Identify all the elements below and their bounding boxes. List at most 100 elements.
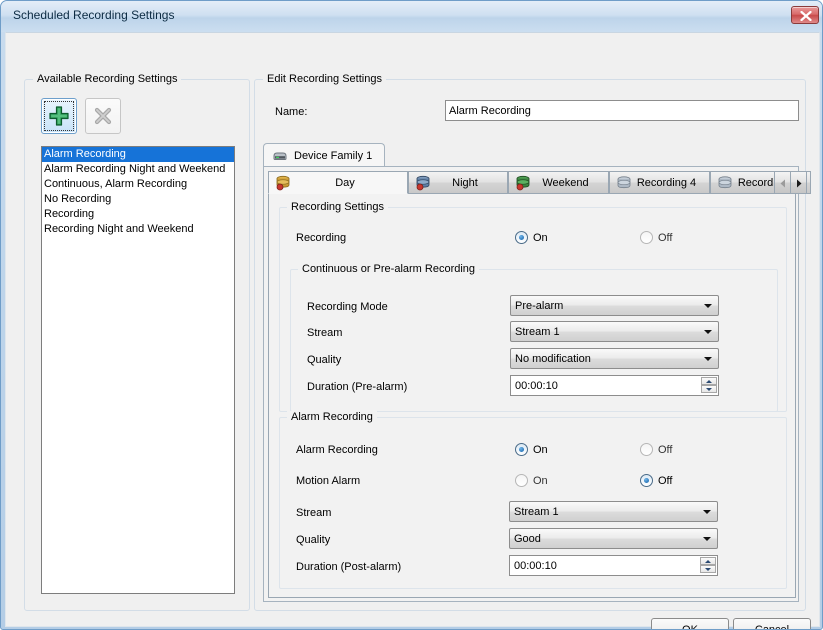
recording-settings-listbox[interactable]: Alarm Recording Alarm Recording Night an… xyxy=(41,146,235,594)
window-title: Scheduled Recording Settings xyxy=(13,8,175,22)
spin-value: 00:00:10 xyxy=(515,379,558,392)
cancel-button[interactable]: Cancel xyxy=(733,618,811,629)
focus-ring xyxy=(44,101,74,131)
prealarm-duration-field[interactable]: 00:00:10 xyxy=(510,375,719,396)
edit-group-title: Edit Recording Settings xyxy=(263,73,386,85)
tab-recording-4[interactable]: Recording 4 xyxy=(609,171,710,194)
motion-alarm-label: Motion Alarm xyxy=(296,475,361,487)
list-item[interactable]: Alarm Recording Night and Weekend xyxy=(42,162,234,177)
motion-alarm-off-radio[interactable]: Off xyxy=(640,474,672,487)
radio-dot xyxy=(515,474,528,487)
tab-device-family-1[interactable]: Device Family 1 xyxy=(263,143,386,167)
tab-weekend[interactable]: Weekend xyxy=(508,171,609,194)
recording-on-radio[interactable]: On xyxy=(515,231,548,244)
alarm-duration-label: Duration (Post-alarm) xyxy=(296,561,402,573)
radio-label: On xyxy=(533,443,548,456)
recording-settings-group: Recording Settings Recording On Off Cont… xyxy=(279,201,787,412)
radio-label: On xyxy=(533,231,548,244)
available-recording-settings-group: Available Recording Settings Alarm Recor… xyxy=(24,73,250,611)
motion-alarm-on-radio[interactable]: On xyxy=(515,474,548,487)
tab-night[interactable]: Night xyxy=(408,171,508,194)
combo-value: Stream 1 xyxy=(514,505,559,518)
radio-label: Off xyxy=(658,231,673,244)
alarm-quality-combo[interactable]: Good xyxy=(509,528,718,549)
close-x-icon xyxy=(800,11,812,21)
schedule-night-icon xyxy=(415,175,431,193)
radio-dot xyxy=(640,474,653,487)
recording-mode-combo[interactable]: Pre-alarm xyxy=(510,295,719,316)
radio-label: Off xyxy=(658,474,673,487)
chevron-right-icon xyxy=(797,179,802,188)
list-item[interactable]: Continuous, Alarm Recording xyxy=(42,177,234,192)
ok-button[interactable]: OK xyxy=(651,618,729,629)
schedule-weekend-icon xyxy=(515,175,531,193)
list-item[interactable]: No Recording xyxy=(42,192,234,207)
spin-value: 00:00:10 xyxy=(514,559,557,572)
schedule-generic-icon xyxy=(616,175,632,193)
edit-recording-settings-group: Edit Recording Settings Name: Device Fam… xyxy=(254,73,811,611)
alarm-recording-group: Alarm Recording Alarm Recording On Off M… xyxy=(279,411,787,589)
alarm-recording-title: Alarm Recording xyxy=(287,411,377,423)
prealarm-stream-label: Stream xyxy=(307,327,343,339)
spinner-down-button[interactable] xyxy=(700,565,716,573)
alarm-duration-field[interactable]: 00:00:10 xyxy=(509,555,718,576)
spinner-buttons xyxy=(700,557,716,574)
radio-dot xyxy=(515,231,528,244)
spinner-down-button[interactable] xyxy=(701,385,717,393)
tab-label: Device Family 1 xyxy=(294,149,373,162)
name-input[interactable] xyxy=(445,100,799,121)
chevron-left-icon xyxy=(780,179,785,188)
chevron-down-icon xyxy=(704,330,712,334)
radio-dot xyxy=(515,443,528,456)
tab-day[interactable]: Day xyxy=(268,171,408,194)
add-recording-setting-button[interactable] xyxy=(41,98,77,134)
alarm-stream-combo[interactable]: Stream 1 xyxy=(509,501,718,522)
tab-scroll-next-button[interactable] xyxy=(790,171,807,194)
prealarm-stream-combo[interactable]: Stream 1 xyxy=(510,321,719,342)
alarm-stream-label: Stream xyxy=(296,507,332,519)
x-delete-icon xyxy=(94,107,112,125)
alarm-recording-off-radio[interactable]: Off xyxy=(640,443,672,456)
recording-label: Recording xyxy=(296,232,347,244)
list-item[interactable]: Recording xyxy=(42,207,234,222)
available-group-title: Available Recording Settings xyxy=(33,73,182,85)
dialog-window: Scheduled Recording Settings Available R… xyxy=(0,0,823,630)
schedule-day-icon xyxy=(275,175,291,193)
dialog-client-area: Available Recording Settings Alarm Recor… xyxy=(5,32,820,629)
continuous-prealarm-group: Continuous or Pre-alarm Recording Record… xyxy=(290,263,778,412)
recording-settings-title: Recording Settings xyxy=(287,201,388,213)
spinner-up-button[interactable] xyxy=(701,377,717,385)
radio-dot xyxy=(640,443,653,456)
recording-mode-label: Recording Mode xyxy=(307,301,388,313)
alarm-quality-label: Quality xyxy=(296,534,331,546)
chevron-down-icon xyxy=(704,304,712,308)
device-family-tabstrip: Device Family 1 xyxy=(263,143,799,167)
combo-value: Stream 1 xyxy=(515,325,560,338)
title-bar: Scheduled Recording Settings xyxy=(1,1,822,32)
close-button[interactable] xyxy=(791,6,819,24)
schedule-generic-icon xyxy=(717,175,733,193)
device-family-tabpanel: Day Night Weekend Recording 4 Recording … xyxy=(263,166,811,602)
combo-value: Pre-alarm xyxy=(515,299,564,312)
prealarm-quality-label: Quality xyxy=(307,354,342,366)
recording-off-radio[interactable]: Off xyxy=(640,231,672,244)
prealarm-duration-label: Duration (Pre-alarm) xyxy=(307,381,408,393)
combo-value: Good xyxy=(514,532,541,545)
alarm-recording-label: Alarm Recording xyxy=(296,444,378,456)
continuous-prealarm-title: Continuous or Pre-alarm Recording xyxy=(298,263,480,275)
radio-dot xyxy=(640,231,653,244)
prealarm-quality-combo[interactable]: No modification xyxy=(510,348,719,369)
chevron-down-icon xyxy=(703,537,711,541)
list-item[interactable]: Recording Night and Weekend xyxy=(42,222,234,237)
tab-scroll-prev-button[interactable] xyxy=(774,171,791,194)
spinner-buttons xyxy=(701,377,717,394)
list-item[interactable]: Alarm Recording xyxy=(42,147,234,162)
chevron-down-icon xyxy=(703,510,711,514)
name-label: Name: xyxy=(275,106,308,118)
spinner-up-button[interactable] xyxy=(700,557,716,565)
alarm-recording-on-radio[interactable]: On xyxy=(515,443,548,456)
delete-recording-setting-button[interactable] xyxy=(85,98,121,134)
day-schedule-panel: Recording Settings Recording On Off Cont… xyxy=(268,193,796,598)
radio-label: On xyxy=(533,474,548,487)
chevron-down-icon xyxy=(704,357,712,361)
